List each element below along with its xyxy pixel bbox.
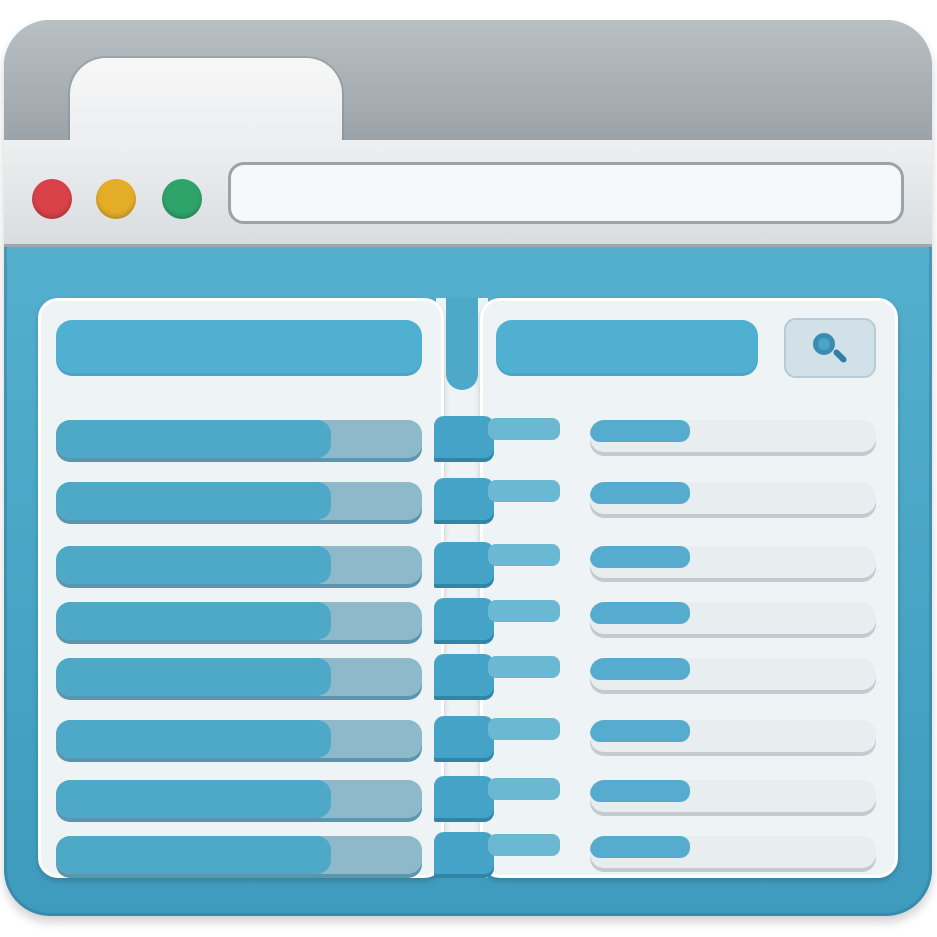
row-name-cell — [56, 780, 422, 818]
row-value-cell — [590, 658, 876, 694]
row-name-fill — [56, 482, 331, 520]
row-tag-label — [488, 480, 560, 502]
tab-strip — [4, 20, 932, 158]
row-value-cell — [590, 420, 876, 456]
row-name-fill — [56, 546, 331, 584]
row-value-cell — [590, 720, 876, 756]
row-tag — [434, 654, 494, 696]
table-row[interactable] — [38, 542, 898, 586]
table-row[interactable] — [38, 654, 898, 698]
row-tag-label — [488, 718, 560, 740]
table-row[interactable] — [38, 776, 898, 820]
row-value-cell — [590, 780, 876, 816]
search-button[interactable] — [784, 318, 876, 378]
row-value-fill — [590, 658, 690, 680]
row-name-fill — [56, 836, 331, 874]
row-name-cell — [56, 658, 422, 696]
maximize-window-button[interactable] — [162, 179, 202, 219]
row-tag — [434, 716, 494, 758]
row-value-fill — [590, 420, 690, 442]
row-tag-label — [488, 656, 560, 678]
row-name-fill — [56, 658, 331, 696]
row-tag — [434, 416, 494, 458]
row-tag — [434, 598, 494, 640]
table-row[interactable] — [38, 478, 898, 522]
row-value-cell — [590, 482, 876, 518]
row-tag — [434, 776, 494, 818]
search-icon-handle — [832, 348, 848, 364]
divider-notch — [446, 298, 478, 390]
search-icon — [813, 333, 835, 355]
row-value-cell — [590, 602, 876, 638]
browser-toolbar — [4, 140, 932, 247]
row-value-fill — [590, 836, 690, 858]
row-name-cell — [56, 420, 422, 458]
left-column-header[interactable] — [56, 320, 422, 376]
row-value-cell — [590, 546, 876, 582]
row-name-cell — [56, 836, 422, 874]
table-row[interactable] — [38, 598, 898, 642]
row-value-cell — [590, 836, 876, 872]
table-row[interactable] — [38, 832, 898, 876]
row-tag — [434, 478, 494, 520]
row-value-fill — [590, 780, 690, 802]
row-name-fill — [56, 602, 331, 640]
row-name-cell — [56, 602, 422, 640]
row-tag-label — [488, 600, 560, 622]
row-tag — [434, 542, 494, 584]
row-tag-label — [488, 834, 560, 856]
row-value-fill — [590, 546, 690, 568]
table-row[interactable] — [38, 416, 898, 460]
row-name-cell — [56, 720, 422, 758]
row-value-fill — [590, 720, 690, 742]
row-name-fill — [56, 720, 331, 758]
row-tag — [434, 832, 494, 874]
table-row[interactable] — [38, 716, 898, 760]
row-name-fill — [56, 780, 331, 818]
browser-window — [4, 20, 932, 916]
close-window-button[interactable] — [32, 179, 72, 219]
row-tag-label — [488, 418, 560, 440]
minimize-window-button[interactable] — [96, 179, 136, 219]
address-bar[interactable] — [228, 162, 904, 224]
row-name-cell — [56, 546, 422, 584]
row-name-fill — [56, 420, 331, 458]
row-value-fill — [590, 482, 690, 504]
row-tag-label — [488, 778, 560, 800]
content-area — [38, 298, 898, 878]
row-name-cell — [56, 482, 422, 520]
row-value-fill — [590, 602, 690, 624]
row-tag-label — [488, 544, 560, 566]
search-field[interactable] — [496, 320, 758, 376]
